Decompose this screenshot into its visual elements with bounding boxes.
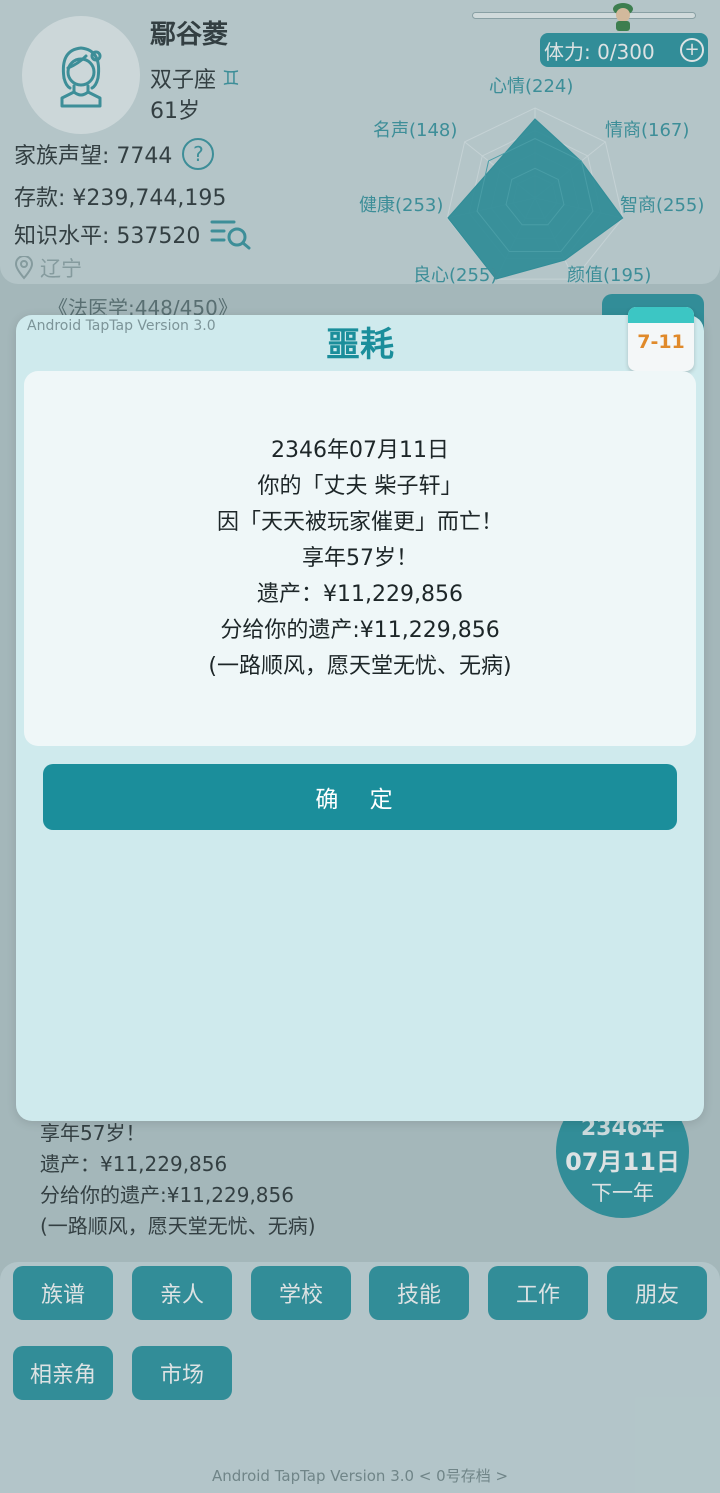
message-box: 2346年07月11日 你的「丈夫 柴子轩」 因「天天被玩家催更」而亡！ 享年5… <box>24 371 696 746</box>
message-line: 分给你的遗产:¥11,229,856 <box>220 617 500 643</box>
dialog-title: 噩耗 <box>326 325 394 365</box>
message-line: 遗产：¥11,229,856 <box>257 581 463 607</box>
message-line: 因「天天被玩家催更」而亡！ <box>216 509 503 535</box>
bad-news-dialog: Android TapTap Version 3.0 噩耗 7-11 2346年… <box>16 307 704 1121</box>
confirm-button[interactable]: 确 定 <box>43 764 677 830</box>
message-line: 2346年07月11日 <box>271 437 449 463</box>
message-line: 享年57岁！ <box>302 545 418 571</box>
message-line: 你的「丈夫 柴子轩」 <box>257 473 463 499</box>
calendar-date: 7-11 <box>637 331 685 353</box>
calendar-header <box>628 307 694 323</box>
message-line: (一路顺风，愿天堂无忧、无病) <box>208 653 512 679</box>
calendar-icon: 7-11 <box>628 307 694 371</box>
